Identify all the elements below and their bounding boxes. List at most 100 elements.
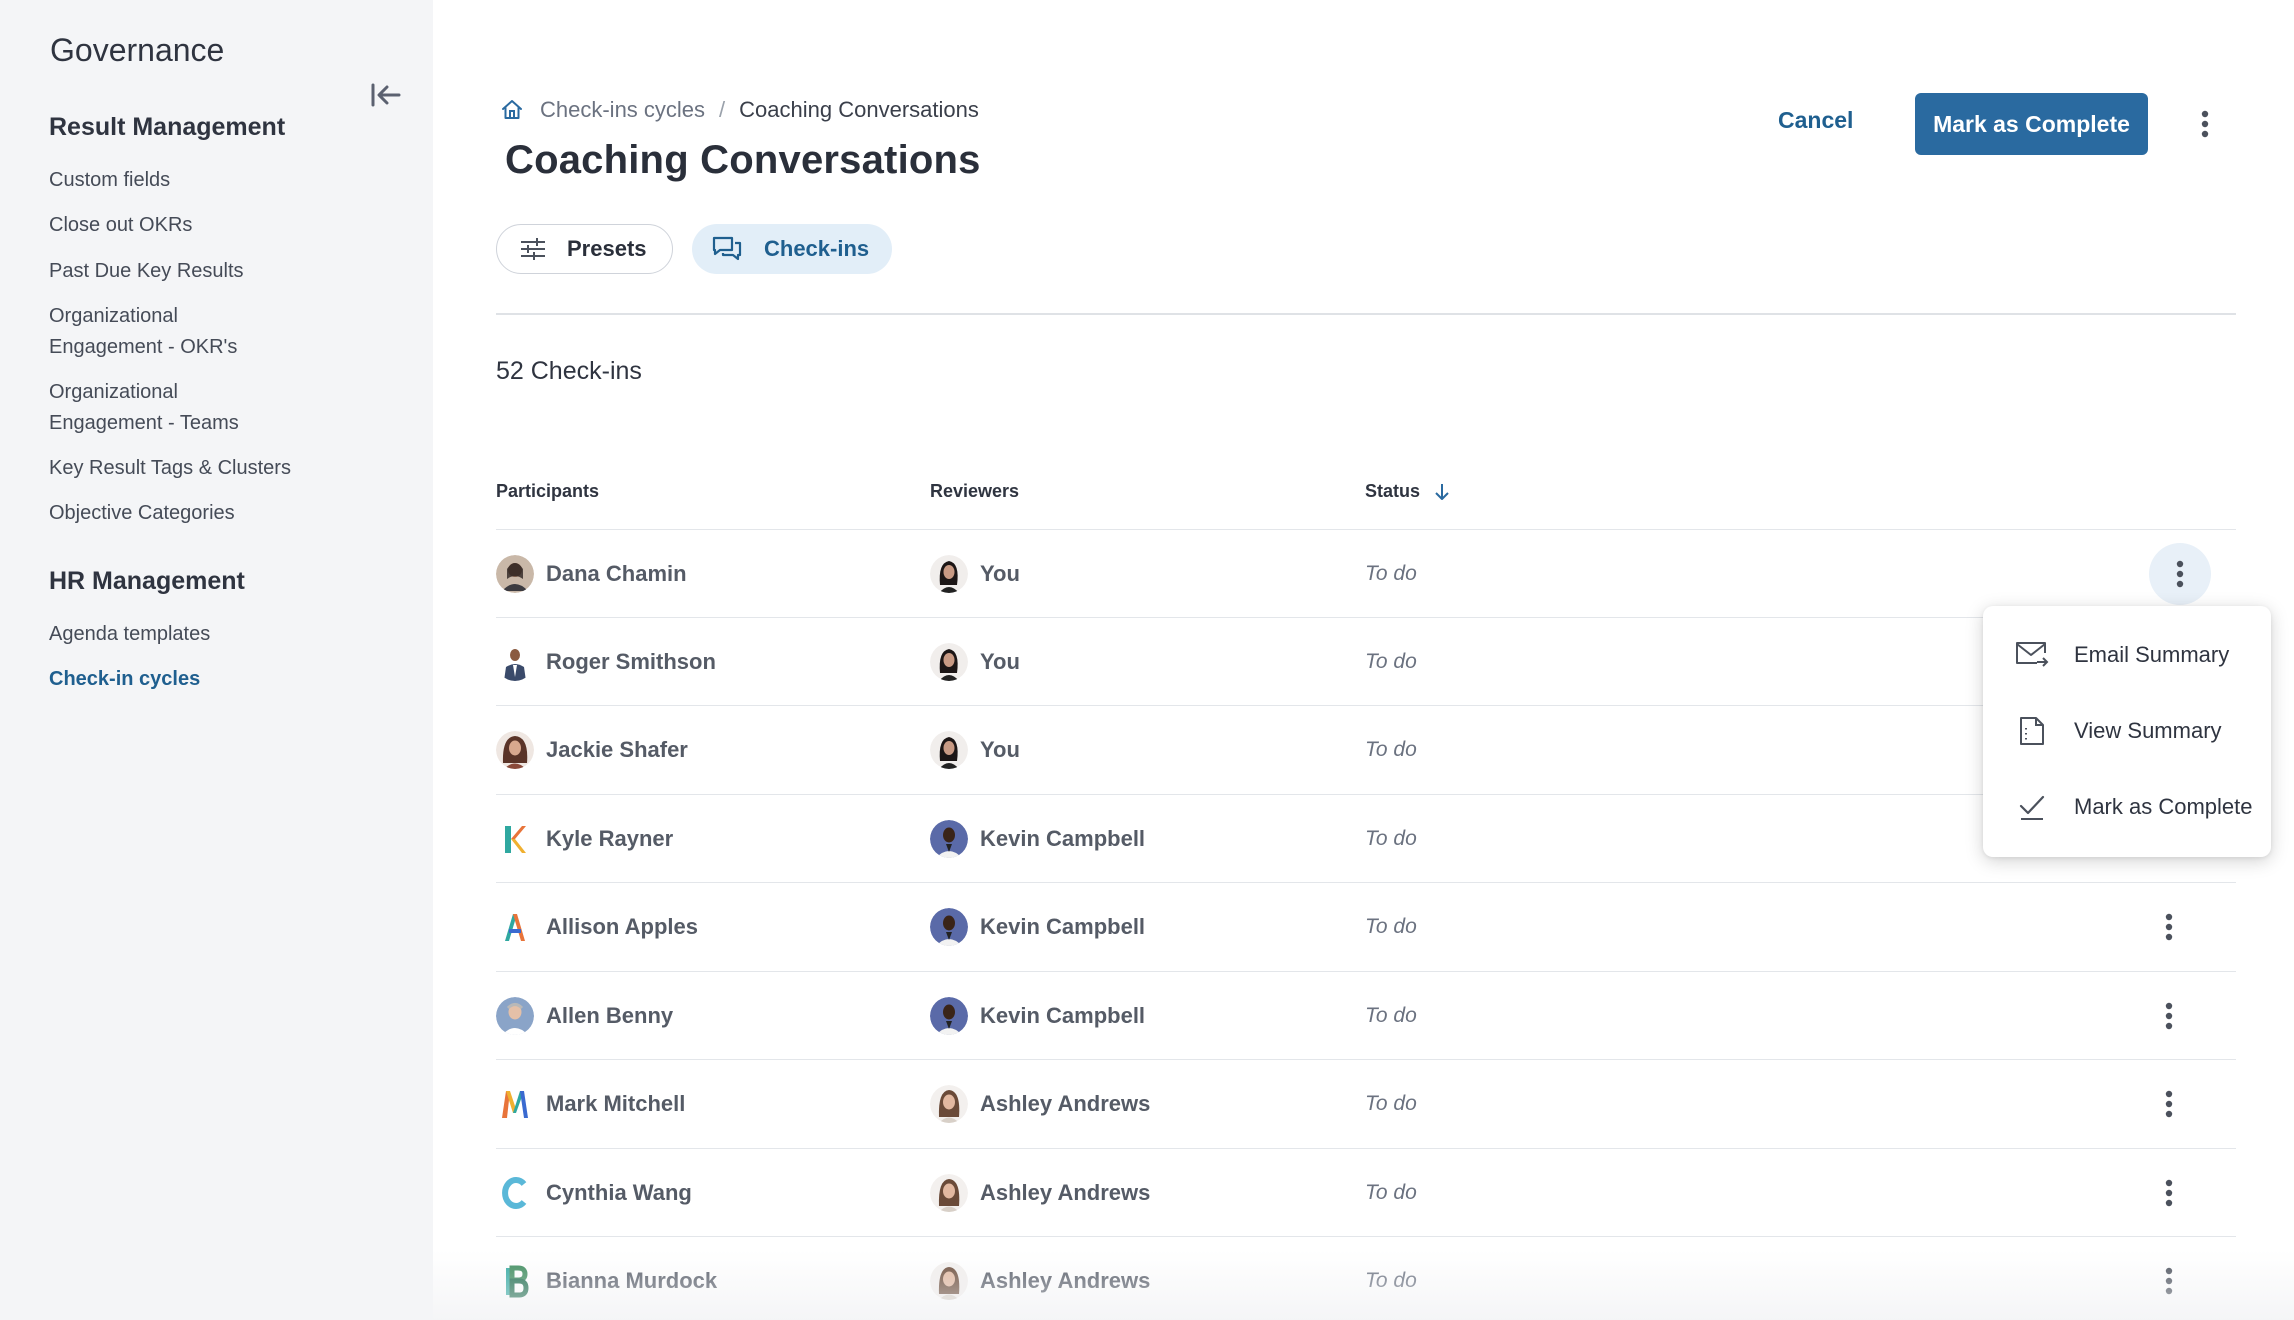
header-more-button[interactable] (2190, 104, 2220, 144)
collapse-sidebar-button[interactable] (366, 78, 406, 112)
cancel-button[interactable]: Cancel (1778, 107, 1853, 134)
sidebar-section-hr-management: HR Management (49, 567, 245, 595)
status-text: To do (1365, 1004, 1417, 1027)
sidebar-item-org-engagement-okrs[interactable]: Organizational Engagement - OKR's (49, 301, 279, 363)
participant-cell: Dana Chamin (496, 530, 687, 618)
header-divider (496, 313, 2236, 315)
reviewer-name[interactable]: You (980, 649, 1020, 675)
tab-check-ins[interactable]: Check-ins (692, 224, 892, 274)
participant-name[interactable]: Allison Apples (546, 914, 698, 940)
more-vertical-icon (2165, 913, 2173, 941)
avatar (496, 997, 534, 1035)
participant-name[interactable]: Dana Chamin (546, 561, 687, 587)
participant-name[interactable]: Mark Mitchell (546, 1091, 685, 1117)
mark-as-complete-button[interactable]: Mark as Complete (1915, 93, 2148, 155)
table-row: Allison Apples Kevin Campbell To do (496, 882, 2236, 970)
status-text: To do (1365, 915, 1417, 938)
menu-item-label: Email Summary (2074, 642, 2230, 667)
status-text: To do (1365, 562, 1417, 585)
letter-avatar (496, 1174, 534, 1212)
reviewer-name[interactable]: You (980, 561, 1020, 587)
avatar (930, 908, 968, 946)
reviewer-cell: Ashley Andrews (930, 1060, 1150, 1148)
row-more-button[interactable] (2147, 1082, 2191, 1126)
participant-cell: Roger Smithson (496, 618, 716, 706)
row-more-button[interactable] (2147, 905, 2191, 949)
participant-name[interactable]: Cynthia Wang (546, 1180, 692, 1206)
tab-presets-label: Presets (567, 236, 647, 261)
email-forward-icon (2012, 641, 2052, 669)
document-icon (2012, 716, 2052, 746)
avatar (496, 555, 534, 593)
reviewer-cell: Kevin Campbell (930, 795, 1145, 883)
participant-cell: Cynthia Wang (496, 1149, 692, 1237)
row-more-button[interactable] (2147, 1259, 2191, 1303)
avatar (930, 820, 968, 858)
table-row: Dana Chamin You To do (496, 529, 2236, 617)
column-header-reviewers[interactable]: Reviewers (930, 481, 1019, 502)
row-more-button[interactable] (2147, 994, 2191, 1038)
reviewer-cell: You (930, 706, 1020, 794)
table-row: Cynthia Wang Ashley Andrews To do (496, 1148, 2236, 1236)
sidebar-item-close-out-okrs[interactable]: Close out OKRs (49, 210, 379, 241)
reviewer-cell: You (930, 618, 1020, 706)
table-row: Roger Smithson You To do (496, 617, 2236, 705)
avatar (930, 1262, 968, 1300)
breadcrumb-home[interactable] (498, 96, 526, 124)
letter-avatar (496, 908, 534, 946)
collapse-left-icon (371, 83, 401, 107)
letter-avatar (496, 1262, 534, 1300)
more-vertical-icon (2176, 560, 2184, 588)
page-title: Coaching Conversations (505, 138, 981, 182)
participant-name[interactable]: Allen Benny (546, 1003, 673, 1029)
row-more-button[interactable] (2149, 543, 2211, 605)
reviewer-cell: Kevin Campbell (930, 972, 1145, 1060)
more-vertical-icon (2165, 1090, 2173, 1118)
column-header-participants[interactable]: Participants (496, 481, 599, 502)
avatar (930, 731, 968, 769)
avatar (496, 731, 534, 769)
row-more-button[interactable] (2147, 1171, 2191, 1215)
sidebar-item-key-result-tags[interactable]: Key Result Tags & Clusters (49, 453, 379, 484)
avatar (496, 643, 534, 681)
sidebar-item-org-engagement-teams[interactable]: Organizational Engagement - Teams (49, 377, 279, 439)
reviewer-name[interactable]: Kevin Campbell (980, 826, 1145, 852)
menu-item-email-summary[interactable]: Email Summary (1983, 622, 2271, 688)
reviewer-name[interactable]: Kevin Campbell (980, 1003, 1145, 1029)
check-icon (2012, 793, 2052, 821)
sidebar-item-past-due-key-results[interactable]: Past Due Key Results (49, 256, 379, 287)
status-cell: To do (1365, 972, 1417, 1060)
status-cell: To do (1365, 795, 1417, 883)
status-cell: To do (1365, 706, 1417, 794)
reviewer-name[interactable]: Ashley Andrews (980, 1091, 1150, 1117)
more-vertical-icon (2165, 1179, 2173, 1207)
participant-name[interactable]: Roger Smithson (546, 649, 716, 675)
sidebar-title: Governance (50, 32, 225, 68)
sidebar: Governance Result Management Custom fiel… (0, 0, 433, 1320)
participant-name[interactable]: Kyle Rayner (546, 826, 673, 852)
menu-item-view-summary[interactable]: View Summary (1983, 698, 2271, 764)
reviewer-name[interactable]: Kevin Campbell (980, 914, 1145, 940)
column-header-status[interactable]: Status (1365, 481, 1450, 502)
sidebar-item-objective-categories[interactable]: Objective Categories (49, 498, 379, 529)
menu-item-mark-as-complete[interactable]: Mark as Complete (1983, 774, 2271, 840)
avatar (930, 1085, 968, 1123)
breadcrumb-check-ins-cycles[interactable]: Check-ins cycles (540, 97, 705, 123)
participant-name[interactable]: Jackie Shafer (546, 737, 688, 763)
reviewer-name[interactable]: Ashley Andrews (980, 1180, 1150, 1206)
status-text: To do (1365, 827, 1417, 850)
avatar (930, 997, 968, 1035)
participant-name[interactable]: Bianna Murdock (546, 1268, 717, 1294)
reviewer-name[interactable]: Ashley Andrews (980, 1268, 1150, 1294)
status-text: To do (1365, 650, 1417, 673)
sidebar-item-custom-fields[interactable]: Custom fields (49, 165, 379, 196)
table-row: Bianna Murdock Ashley Andrews To do (496, 1236, 2236, 1320)
letter-avatar (496, 820, 534, 858)
sidebar-item-check-in-cycles[interactable]: Check-in cycles (49, 664, 379, 695)
reviewer-name[interactable]: You (980, 737, 1020, 763)
sidebar-item-agenda-templates[interactable]: Agenda templates (49, 619, 379, 650)
participant-cell: Kyle Rayner (496, 795, 673, 883)
tab-presets[interactable]: Presets (496, 224, 673, 274)
home-icon (502, 100, 522, 119)
row-action-menu: Email Summary View Summary Mark as Compl… (1983, 606, 2271, 857)
